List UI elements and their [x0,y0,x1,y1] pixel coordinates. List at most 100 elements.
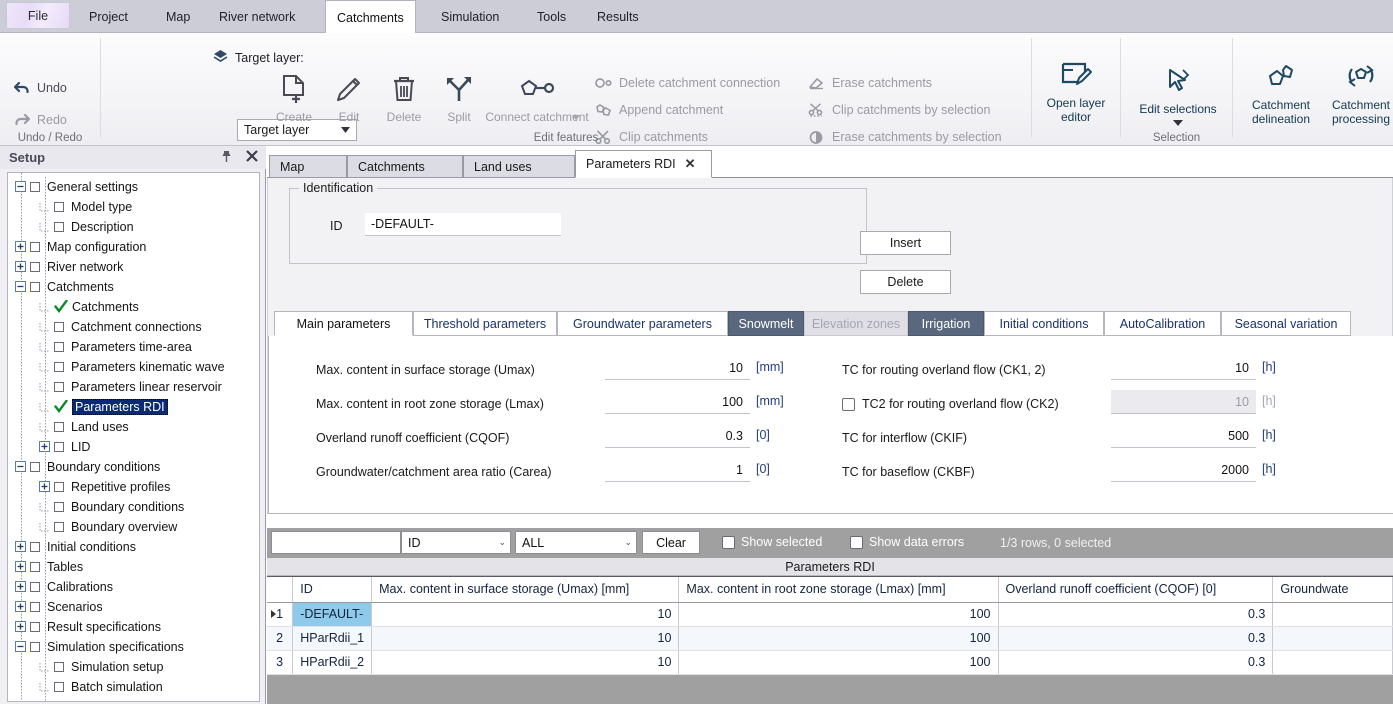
tree-checkbox[interactable] [30,642,40,652]
tree-item[interactable]: Catchment connections [8,317,259,337]
split-catchment-button[interactable]: Split [426,71,492,124]
tree-checkbox[interactable] [54,322,64,332]
filter-search-input[interactable] [271,531,401,554]
tree-checkbox[interactable] [54,222,64,232]
tree-item[interactable]: Map configuration [8,237,259,257]
grid-column-header[interactable]: Max. content in root zone storage (Lmax)… [678,577,999,603]
tree-item[interactable]: Scenarios [8,597,259,617]
tree-item[interactable]: Initial conditions [8,537,259,557]
chevron-down-icon[interactable] [572,109,580,123]
tree-item[interactable]: Description [8,217,259,237]
pin-icon[interactable] [221,150,232,166]
tree-item[interactable]: River network [8,257,259,277]
parameters-rdi-grid[interactable]: ID Max. content in surface storage (Umax)… [267,576,1393,704]
cqof-input[interactable] [605,424,750,448]
table-row[interactable]: 1 -DEFAULT- 10 100 0.3 [267,602,1393,627]
append-catchment-command[interactable]: Append catchment [595,103,723,117]
filter-scope-combo[interactable]: ALL ⌄ [515,531,637,554]
grid-column-header[interactable]: ID [292,577,373,603]
ribbon-tab-results[interactable]: Results [586,0,650,33]
delete-catchment-connection-command[interactable]: Delete catchment connection [595,76,780,90]
grid-cell-value[interactable]: 0.3 [998,650,1274,675]
table-row[interactable]: 3 HParRdii_2 10 100 0.3 [267,650,1393,675]
filter-field-combo[interactable]: ID ⌄ [401,531,511,554]
lmax-input[interactable] [605,390,750,414]
ck12-input[interactable] [1111,356,1256,380]
carea-input[interactable] [605,458,750,482]
grid-cell-id[interactable]: HParRdii_1 [292,626,373,651]
ribbon-tab-simulation[interactable]: Simulation [430,0,510,33]
tree-item[interactable]: Model type [8,197,259,217]
tree-checkbox[interactable] [54,422,64,432]
ckif-input[interactable] [1111,424,1256,448]
check-icon[interactable] [54,299,68,315]
tree-item[interactable]: Result specifications [8,617,259,637]
collapse-icon[interactable] [15,280,28,294]
show-selected-checkbox[interactable]: Show selected [722,535,822,549]
edit-selections-button[interactable]: Edit selections [1139,63,1217,129]
tab-autocalibration[interactable]: AutoCalibration [1104,311,1221,336]
tree-checkbox[interactable] [30,462,40,472]
ribbon-tab-catchments[interactable]: Catchments [325,0,416,34]
tree-checkbox[interactable] [30,582,40,592]
grid-cell-value[interactable] [1272,602,1393,627]
grid-cell-value[interactable]: 0.3 [998,602,1274,627]
expand-icon[interactable] [15,240,28,254]
tree-checkbox[interactable] [30,562,40,572]
tree-item[interactable]: Boundary conditions [8,457,259,477]
tree-item[interactable]: LID [8,437,259,457]
grid-cell-value[interactable]: 10 [371,650,680,675]
tree-checkbox[interactable] [30,282,40,292]
clip-catchments-by-selection-command[interactable]: Clip catchments by selection [808,103,990,117]
tree-item[interactable]: Tables [8,557,259,577]
expand-icon[interactable] [15,620,28,634]
tree-item[interactable]: Simulation specifications [8,637,259,657]
ribbon-tab-project[interactable]: Project [78,0,139,33]
ribbon-tab-map[interactable]: Map [155,0,201,33]
tree-checkbox[interactable] [54,382,64,392]
ck2-checkbox[interactable] [842,397,855,411]
row-number-cell[interactable]: 2 [267,626,294,651]
ckbf-input[interactable] [1111,458,1256,482]
erase-catchments-command[interactable]: Erase catchments [808,76,932,90]
umax-input[interactable] [605,356,750,380]
tree-checkbox[interactable] [54,442,64,452]
id-input[interactable] [365,213,561,236]
delete-button[interactable]: Delete [860,270,951,294]
expand-icon[interactable] [15,560,28,574]
tab-irrigation[interactable]: Irrigation [908,311,984,336]
tree-checkbox[interactable] [54,342,64,352]
row-number-cell[interactable]: 3 [267,650,294,675]
tree-item[interactable]: Simulation setup [8,657,259,677]
tree-checkbox[interactable] [54,482,64,492]
row-number-cell[interactable]: 1 [267,602,294,627]
collapse-icon[interactable] [15,640,28,654]
tree-checkbox[interactable] [54,502,64,512]
open-layer-editor-button[interactable]: Open layer editor [1043,57,1109,124]
expand-icon[interactable] [15,260,28,274]
tab-initial-conditions[interactable]: Initial conditions [984,311,1104,336]
ribbon-tab-tools[interactable]: Tools [526,0,577,33]
grid-column-header[interactable] [267,577,294,603]
tree-item[interactable]: Parameters linear reservoir [8,377,259,397]
tree-item[interactable]: General settings [8,177,259,197]
doc-tab-land-uses[interactable]: Land uses [463,155,575,178]
expand-icon[interactable] [15,580,28,594]
table-row[interactable]: 2 HParRdii_1 10 100 0.3 [267,626,1393,651]
tree-item[interactable]: Repetitive profiles [8,477,259,497]
grid-cell-value[interactable]: 100 [678,602,999,627]
grid-column-header[interactable]: Overland runoff coefficient (CQOF) [0] [998,577,1274,603]
tree-checkbox[interactable] [54,202,64,212]
ribbon-tab-river-network[interactable]: River network [208,0,306,33]
doc-tab-catchments[interactable]: Catchments [347,155,463,178]
grid-column-header[interactable]: Max. content in surface storage (Umax) [… [371,577,680,603]
tree-item[interactable]: Parameters time-area [8,337,259,357]
chevron-down-icon[interactable] [1173,115,1183,129]
tree-checkbox[interactable] [30,602,40,612]
catchment-processing-button[interactable]: Catchment processing [1323,59,1393,126]
tree-checkbox[interactable] [30,622,40,632]
grid-cell-value[interactable]: 0.3 [998,626,1274,651]
tab-threshold-parameters[interactable]: Threshold parameters [413,311,557,336]
check-icon[interactable] [54,399,68,415]
tree-item[interactable]: Land uses [8,417,259,437]
